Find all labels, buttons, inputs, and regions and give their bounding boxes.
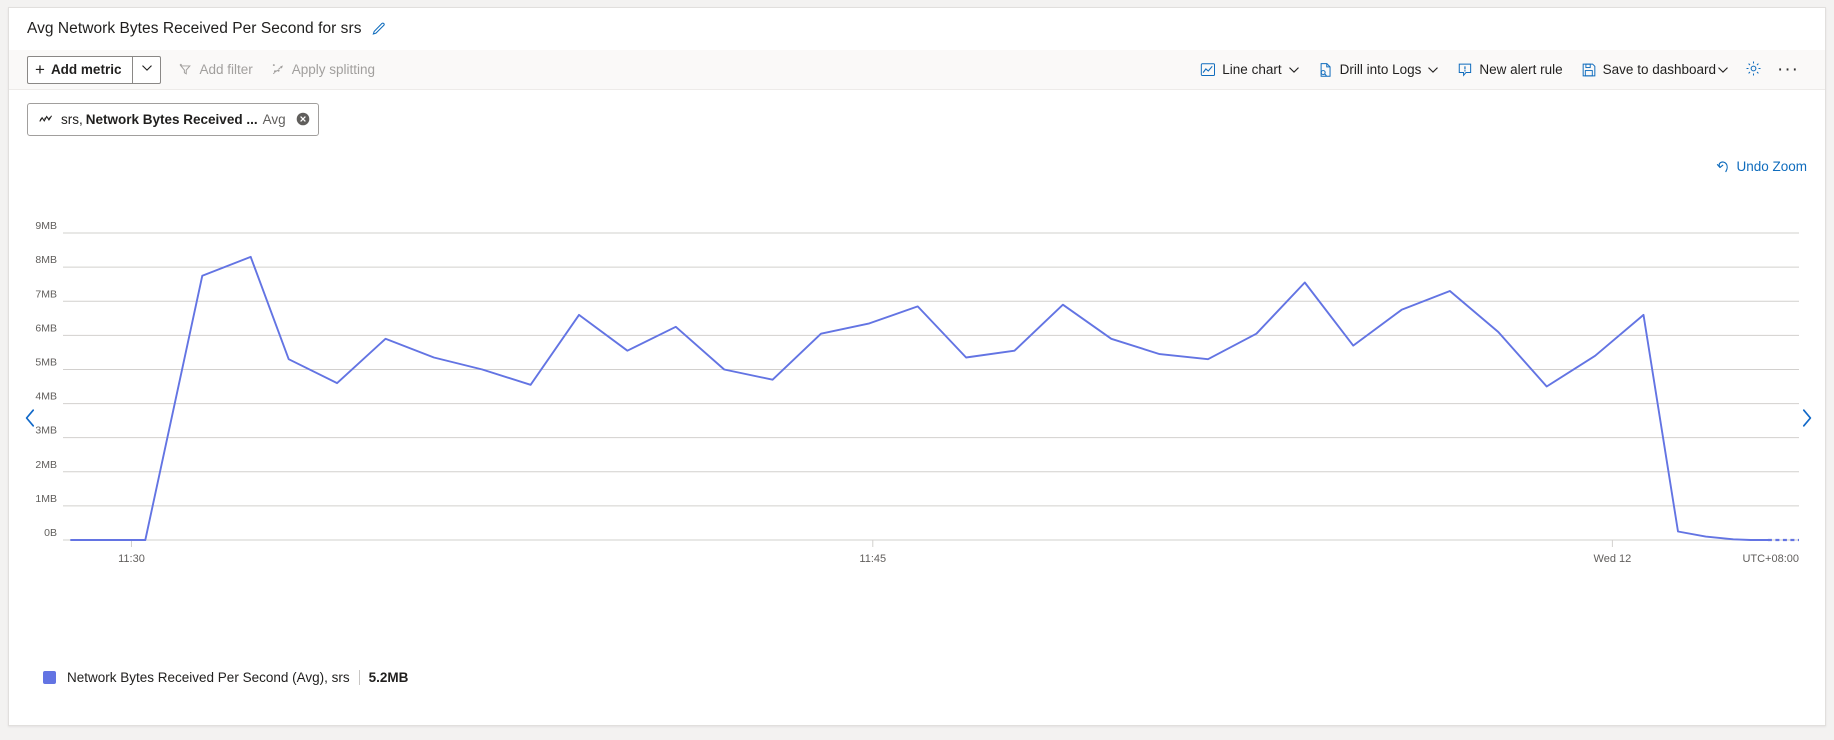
ellipsis-icon: ··· (1777, 59, 1799, 80)
save-dashboard-label: Save to dashboard (1602, 62, 1717, 77)
legend-divider (358, 670, 360, 685)
y-axis-tick-label: 5MB (35, 356, 57, 368)
add-filter-label: Add filter (199, 62, 253, 77)
save-disk-icon (1581, 62, 1597, 78)
command-bar: + Add metric Add filter Apply splitting … (9, 50, 1825, 90)
series-line[interactable] (70, 255, 1769, 541)
add-filter-button[interactable]: Add filter (169, 54, 261, 86)
chevron-down-icon (1427, 64, 1439, 76)
y-axis-tick-label: 2MB (35, 459, 57, 471)
x-axis-tick-label: 11:30 (118, 553, 145, 565)
apply-splitting-label: Apply splitting (291, 62, 376, 77)
more-options-button[interactable]: ··· (1769, 54, 1807, 86)
chart-area: 0B 1MB 2MB 3MB 4MB 5MB 6MB 7MB 8MB 9MB 11:30 11:45 W… (9, 178, 1827, 668)
new-alert-label: New alert rule (1479, 62, 1563, 77)
metric-chip-aggregation: Avg (262, 111, 286, 127)
x-axis-tick-label: 11:45 (859, 553, 886, 565)
command-bar-left: + Add metric Add filter Apply splitting (9, 54, 384, 86)
drill-logs-icon (1318, 62, 1334, 78)
undo-zoom-label: Undo Zoom (1736, 159, 1807, 174)
undo-arrow-icon (1715, 159, 1730, 174)
plus-icon: + (35, 60, 45, 79)
metric-chip-row: srs, Network Bytes Received ... Avg (9, 90, 1825, 148)
chevron-down-icon (1288, 64, 1300, 76)
legend-series-label: Network Bytes Received Per Second (Avg),… (67, 670, 350, 685)
chart-type-button[interactable]: Line chart (1191, 54, 1308, 86)
y-axis-tick-label: 7MB (35, 288, 57, 300)
chart-legend: Network Bytes Received Per Second (Avg),… (9, 670, 408, 685)
chevron-down-icon (141, 61, 153, 79)
metrics-page: Avg Network Bytes Received Per Second fo… (0, 0, 1834, 740)
page-title: Avg Network Bytes Received Per Second fo… (27, 20, 362, 37)
apply-splitting-icon (271, 62, 286, 77)
legend-series-value: 5.2MB (368, 670, 409, 685)
save-to-dashboard-button[interactable]: Save to dashboard (1572, 54, 1738, 86)
metric-chip[interactable]: srs, Network Bytes Received ... Avg (27, 102, 319, 136)
metric-chip-resource: srs, (61, 111, 83, 127)
metrics-chart-panel: Avg Network Bytes Received Per Second fo… (8, 7, 1826, 726)
line-chart-icon (1200, 62, 1216, 78)
metric-scatter-icon (39, 113, 54, 126)
add-metric-label: Add metric (50, 62, 122, 77)
new-alert-rule-button[interactable]: New alert rule (1448, 54, 1571, 86)
y-axis-tick-label: 6MB (35, 322, 57, 334)
command-bar-right: Line chart Drill into Logs New alert rul… (1191, 54, 1825, 86)
drill-into-logs-button[interactable]: Drill into Logs (1309, 54, 1449, 86)
gear-icon (1745, 60, 1762, 80)
y-axis-tick-label: 0B (44, 527, 57, 539)
y-axis-tick-label: 4MB (35, 391, 57, 403)
chevron-down-icon (1717, 64, 1729, 76)
timezone-label: UTC+08:00 (1742, 553, 1799, 565)
legend-color-swatch[interactable] (43, 671, 56, 684)
metric-line-chart[interactable]: 0B 1MB 2MB 3MB 4MB 5MB 6MB 7MB 8MB 9MB 11:30 11:45 W… (9, 178, 1827, 668)
add-metric-group: + Add metric (27, 55, 162, 84)
chart-title-row: Avg Network Bytes Received Per Second fo… (9, 8, 1825, 50)
apply-splitting-button[interactable]: Apply splitting (262, 54, 384, 86)
metric-chip-metric: Network Bytes Received ... (85, 111, 258, 127)
close-circle-icon[interactable] (296, 112, 310, 126)
add-metric-button[interactable]: + Add metric (28, 57, 132, 83)
undo-zoom-button[interactable]: Undo Zoom (1715, 159, 1807, 174)
add-metric-dropdown-button[interactable] (132, 56, 160, 83)
x-axis-tick-label: Wed 12 (1594, 553, 1632, 565)
add-filter-icon (178, 62, 193, 77)
y-axis-tick-label: 3MB (35, 425, 57, 437)
drill-logs-label: Drill into Logs (1339, 62, 1422, 77)
y-axis-tick-label: 9MB (35, 220, 57, 232)
pencil-icon[interactable] (371, 22, 386, 37)
y-axis-tick-label: 8MB (35, 254, 57, 266)
y-axis-tick-label: 1MB (35, 493, 57, 505)
chart-settings-button[interactable] (1738, 54, 1769, 86)
chart-type-label: Line chart (1222, 62, 1282, 77)
alert-bell-icon (1457, 62, 1473, 78)
